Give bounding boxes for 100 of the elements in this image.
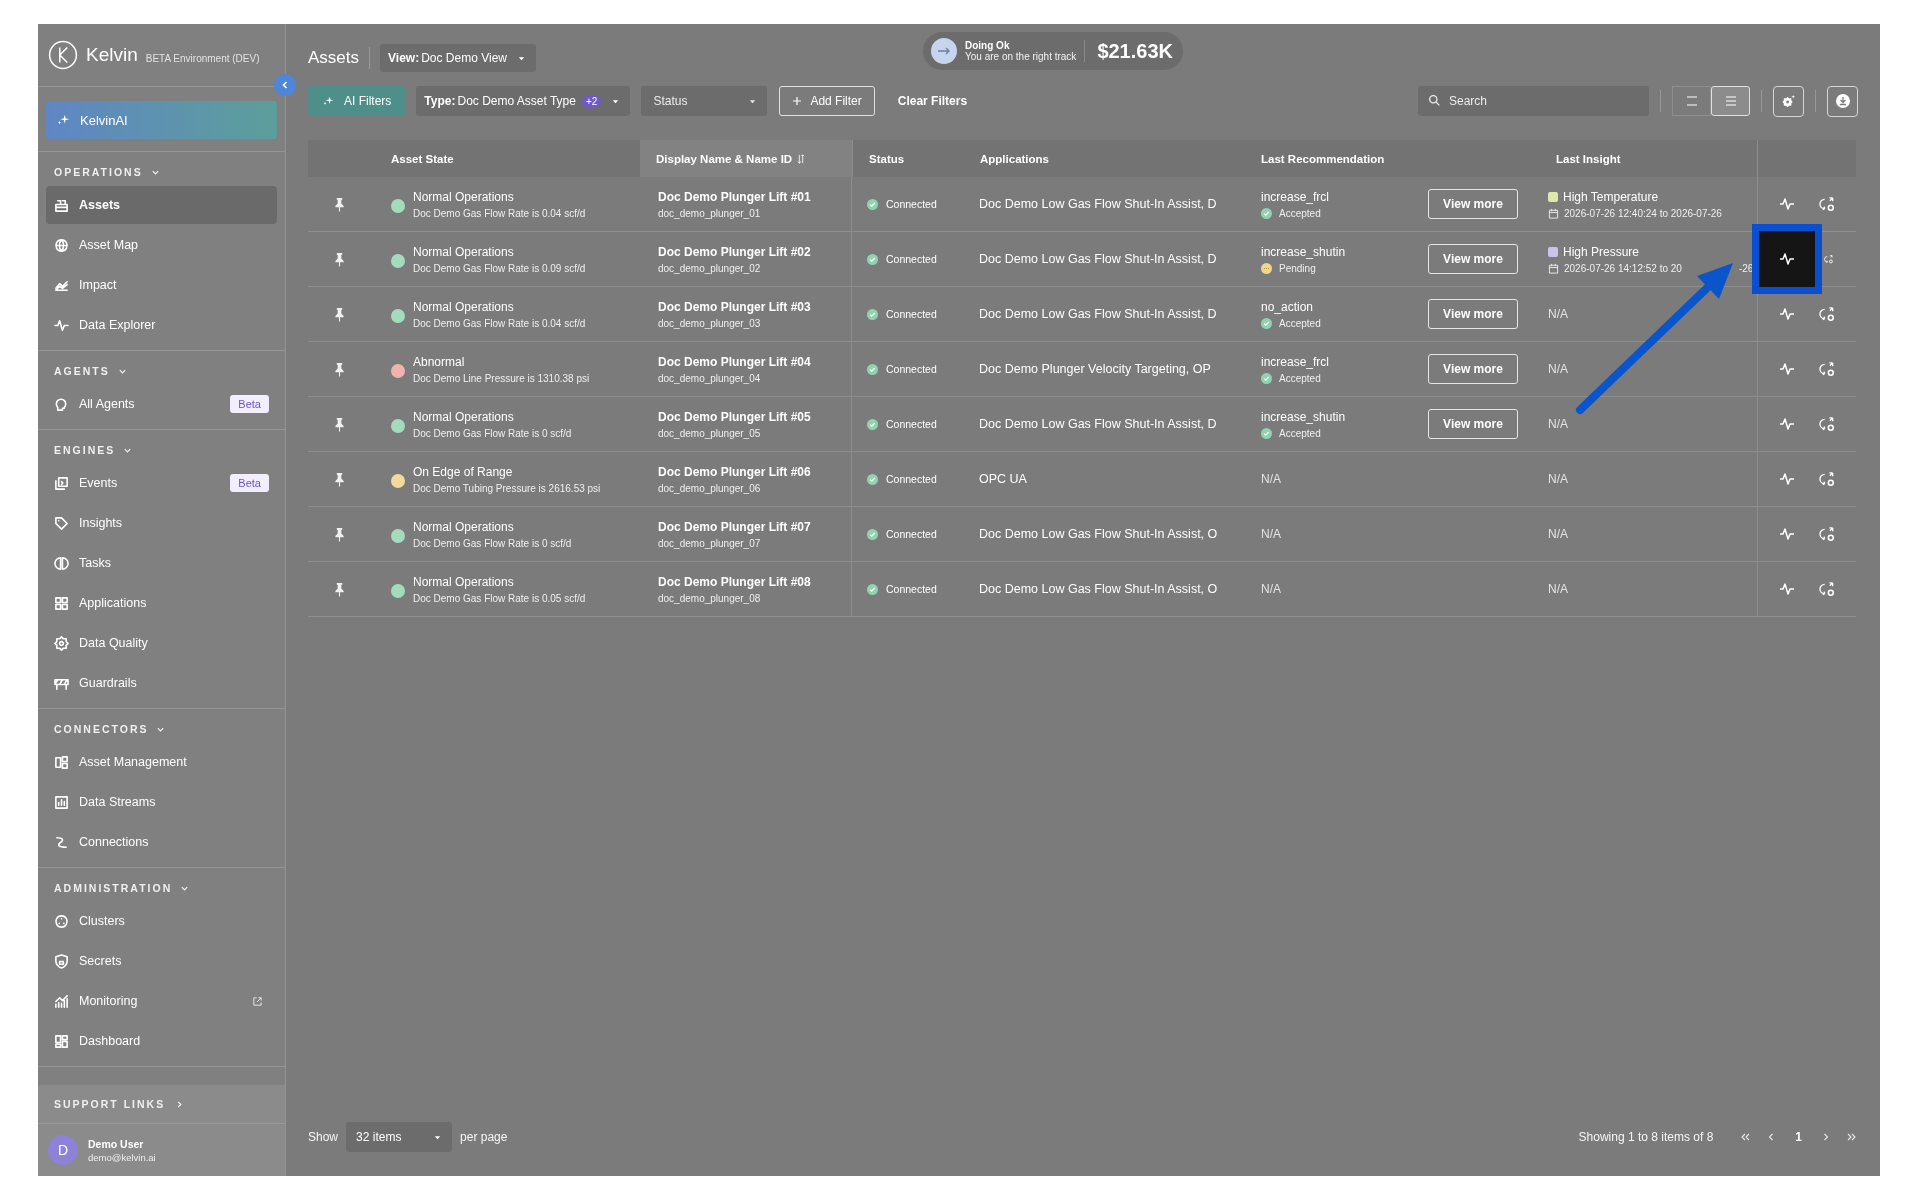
page-size-dropdown[interactable]: 32 items (346, 1122, 453, 1152)
connection-status: Connected (886, 253, 937, 265)
nav-item[interactable]: Insights (46, 504, 277, 542)
nav-item[interactable]: All Agents Beta (46, 385, 277, 423)
collapse-button[interactable] (274, 74, 296, 96)
page-number[interactable]: 1 (1791, 1130, 1806, 1144)
connection-status: Connected (886, 418, 937, 430)
nav-label: Data Quality (79, 636, 149, 650)
calendar-icon (1548, 262, 1559, 274)
pin-icon[interactable] (333, 581, 345, 597)
asset-name[interactable]: Doc Demo Plunger Lift #02 (658, 244, 811, 259)
pin-icon[interactable] (333, 526, 345, 542)
asset-name[interactable]: Doc Demo Plunger Lift #08 (658, 574, 811, 589)
asset-state: Normal Operations (413, 574, 515, 589)
nav-label: All Agents (79, 397, 136, 411)
sorted-column-header[interactable]: Display Name & Name ID (640, 140, 852, 177)
asset-state: Normal Operations (413, 409, 515, 424)
check-icon (867, 528, 878, 540)
support-links-bar[interactable]: SUPPORT LINKS (38, 1085, 285, 1123)
compact-view-button[interactable] (1672, 86, 1711, 116)
nav-item[interactable]: Clusters (46, 902, 277, 940)
chevron-left-icon (280, 80, 290, 90)
nav-item[interactable]: Events Beta (46, 464, 277, 502)
column-header[interactable]: Applications (964, 140, 1245, 177)
download-button[interactable] (1827, 85, 1858, 117)
asset-name[interactable]: Doc Demo Plunger Lift #07 (658, 519, 811, 534)
section-title: CONNECTORS (54, 723, 149, 735)
ai-filters-button[interactable]: AI Filters (308, 86, 406, 116)
clear-filters-button[interactable]: Clear Filters (897, 94, 968, 108)
applications-text: Doc Demo Low Gas Flow Shut-In Assist, D (979, 307, 1217, 321)
tag-icon (54, 515, 69, 531)
pin-icon[interactable] (333, 471, 345, 487)
type-filter-dropdown[interactable]: Type: Doc Demo Asset Type +2 (416, 86, 631, 116)
nav-item[interactable]: Connections (46, 823, 277, 861)
nav-item[interactable]: Dashboard (46, 1022, 277, 1060)
line-chart-icon (54, 993, 69, 1009)
add-filter-button[interactable]: Add Filter (779, 86, 875, 116)
nav-item[interactable]: Applications (46, 584, 277, 622)
nav-item[interactable]: Assets (46, 186, 277, 224)
sync-gear-icon (1818, 305, 1836, 323)
dashboard-icon (54, 1033, 69, 1049)
applications-text: Doc Demo Low Gas Flow Shut-In Assist, D (979, 197, 1217, 211)
data-explorer-button[interactable] (1752, 224, 1822, 294)
column-header[interactable]: Last Insight (1540, 140, 1757, 177)
nav-item[interactable]: Data Explorer (46, 306, 277, 344)
user-avatar[interactable]: D (48, 1135, 78, 1165)
asset-name[interactable]: Doc Demo Plunger Lift #05 (658, 409, 811, 424)
nav-label: Asset Management (79, 755, 188, 769)
search-field[interactable]: Search (1418, 86, 1649, 116)
list-icon (1723, 94, 1738, 108)
two-lines-icon (1684, 94, 1699, 108)
connection-status: Connected (886, 308, 937, 320)
nav-item[interactable]: Data Streams (46, 783, 277, 821)
sync-gear-icon (1818, 470, 1836, 488)
column-header[interactable]: Asset State (370, 140, 640, 177)
sort-icon[interactable] (796, 153, 807, 164)
nav-label: Applications (79, 596, 148, 610)
nav-label: Monitoring (79, 994, 139, 1008)
nav-item[interactable]: Asset Map (46, 226, 277, 264)
first-page-icon[interactable] (1739, 1131, 1752, 1143)
column-header[interactable]: Last Recommendation (1245, 140, 1540, 177)
recommendation-action: increase_shutin (1261, 244, 1346, 259)
plus-icon (792, 96, 803, 106)
asset-name[interactable]: Doc Demo Plunger Lift #06 (658, 464, 811, 479)
nav-item[interactable]: Asset Management (46, 743, 277, 781)
view-more-button[interactable]: View more (1428, 189, 1518, 219)
pin-icon[interactable] (333, 416, 345, 432)
empty-value: N/A (1548, 417, 1568, 431)
pin-icon[interactable] (333, 196, 345, 212)
check-icon (1261, 372, 1272, 384)
status-filter-field[interactable]: Status (641, 86, 768, 116)
asset-name[interactable]: Doc Demo Plunger Lift #04 (658, 354, 811, 369)
nav-label: Asset Map (79, 238, 140, 252)
check-icon (867, 253, 878, 265)
nav-item[interactable]: Data Quality (46, 624, 277, 662)
caret-down-icon[interactable] (748, 97, 758, 106)
settings-button[interactable] (1773, 85, 1804, 117)
nav-label: Assets (79, 198, 121, 212)
nav-item[interactable]: Guardrails (46, 664, 277, 702)
view-more-button[interactable]: View more (1428, 409, 1518, 439)
view-dropdown[interactable]: View: Doc Demo View (380, 44, 536, 72)
state-detail: Doc Demo Gas Flow Rate is 0 scf/d (413, 537, 572, 549)
pin-icon[interactable] (333, 361, 345, 377)
pin-icon[interactable] (333, 251, 345, 267)
list-view-button[interactable] (1711, 86, 1750, 116)
asset-name[interactable]: Doc Demo Plunger Lift #03 (658, 299, 811, 314)
view-more-button[interactable]: View more (1428, 244, 1518, 274)
pin-icon[interactable] (333, 306, 345, 322)
nav-item[interactable]: Impact (46, 266, 277, 304)
nav-item[interactable]: Secrets (46, 942, 277, 980)
nav-label: Connections (79, 835, 150, 849)
kelvinai-button[interactable]: KelvinAI (46, 101, 277, 139)
nav-item[interactable]: Tasks (46, 544, 277, 582)
column-header[interactable]: Status (852, 140, 964, 177)
view-more-button[interactable]: View more (1428, 299, 1518, 329)
last-page-icon[interactable] (1846, 1131, 1858, 1143)
nav-item[interactable]: Monitoring (46, 982, 277, 1020)
asset-name[interactable]: Doc Demo Plunger Lift #01 (658, 189, 811, 204)
check-icon (867, 308, 878, 320)
view-more-button[interactable]: View more (1428, 354, 1518, 384)
